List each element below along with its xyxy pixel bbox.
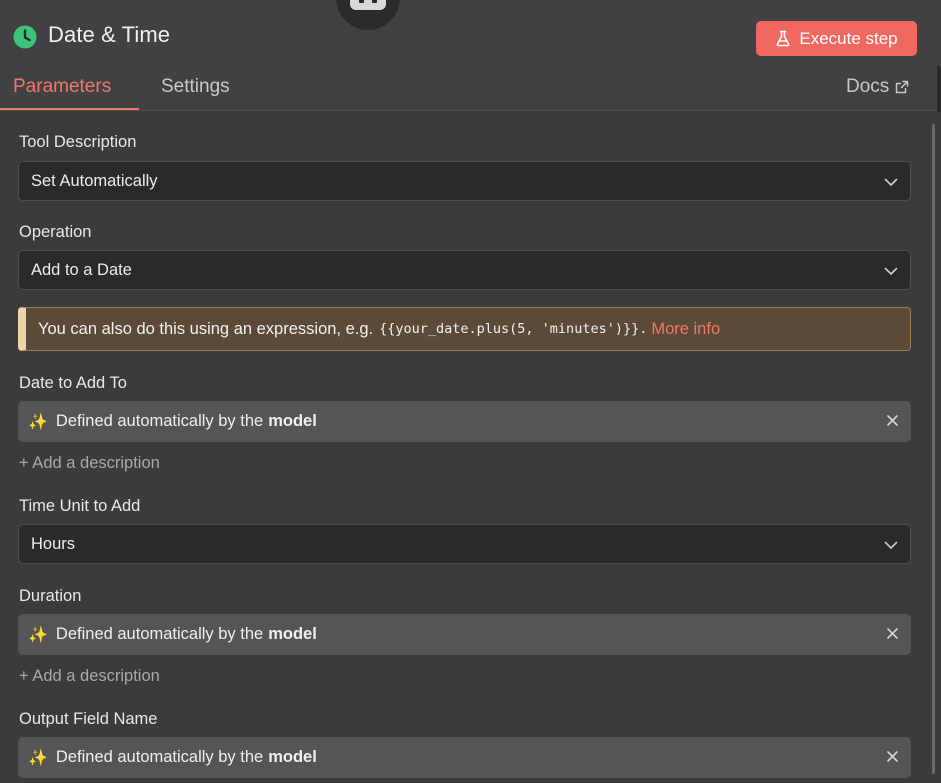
sparkles-icon: ✨ (28, 626, 48, 644)
output-field-name-label: Output Field Name (19, 710, 158, 728)
model-bold: model (268, 748, 317, 766)
add-description-link[interactable]: + Add a description (19, 667, 160, 686)
robot-face (350, 0, 386, 10)
clock-icon (13, 25, 37, 49)
tool-description-label: Tool Description (19, 133, 137, 151)
operation-label: Operation (19, 223, 92, 241)
close-icon[interactable] (886, 414, 899, 427)
scrollbar[interactable] (932, 124, 935, 774)
execute-step-button[interactable]: Execute step (756, 21, 917, 56)
robot-eye-right (372, 0, 377, 3)
sparkles-icon: ✨ (28, 413, 48, 431)
date-to-add-to-label: Date to Add To (19, 374, 127, 392)
model-prefix: Defined automatically by the (55, 625, 264, 643)
duration-label: Duration (19, 587, 82, 605)
sparkles-icon: ✨ (28, 749, 48, 767)
notice-text: You can also do this using an expression… (38, 319, 374, 338)
robot-eye-left (359, 0, 364, 3)
operation-value: Add to a Date (31, 260, 132, 279)
external-link-icon (896, 80, 909, 94)
add-description-link[interactable]: + Add a description (19, 454, 160, 473)
notice-code: {{your_date.plus(5, 'minutes')}}. (379, 321, 648, 337)
chevron-down-icon (884, 267, 898, 275)
node-title: Date & Time (48, 22, 171, 47)
tab-parameters[interactable]: Parameters (13, 76, 111, 98)
more-info-link[interactable]: More info (651, 320, 720, 339)
expression-notice: You can also do this using an expression… (18, 307, 911, 351)
tool-description-select[interactable]: Set Automatically (18, 161, 911, 201)
model-prefix: Defined automatically by the (55, 748, 264, 766)
output-field-name-field[interactable]: ✨ Defined automatically by the model (18, 737, 911, 778)
chevron-down-icon (884, 178, 898, 186)
docs-link[interactable]: Docs (846, 76, 909, 98)
time-unit-select[interactable]: Hours (18, 524, 911, 564)
panel-edge (937, 66, 941, 112)
tool-description-value: Set Automatically (31, 171, 158, 190)
date-to-add-to-field[interactable]: ✨ Defined automatically by the model (18, 401, 911, 442)
tab-settings[interactable]: Settings (161, 76, 230, 98)
close-icon[interactable] (886, 627, 899, 640)
execute-step-label: Execute step (799, 28, 898, 48)
chevron-down-icon (884, 541, 898, 549)
operation-select[interactable]: Add to a Date (18, 250, 911, 290)
duration-field[interactable]: ✨ Defined automatically by the model (18, 614, 911, 655)
model-bold: model (268, 412, 317, 430)
time-unit-value: Hours (31, 534, 76, 553)
model-prefix: Defined automatically by the (55, 412, 264, 430)
time-unit-label: Time Unit to Add (19, 497, 141, 515)
model-bold: model (268, 625, 317, 643)
docs-label: Docs (846, 76, 890, 97)
header-divider (0, 110, 941, 111)
close-icon[interactable] (886, 750, 899, 763)
flask-icon (776, 30, 790, 47)
